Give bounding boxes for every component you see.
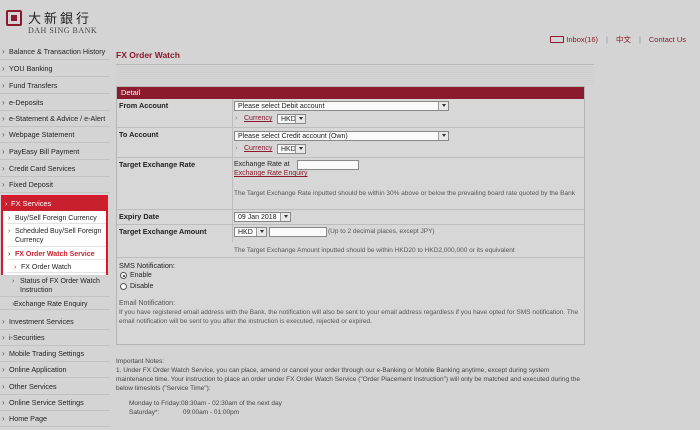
- currency-link[interactable]: Currency: [244, 115, 272, 122]
- sms-disable-radio[interactable]: [120, 283, 127, 290]
- from-account-label: From Account: [119, 101, 169, 110]
- expiry-label: Expiry Date: [119, 212, 160, 221]
- sidebar-item-webpage-statement[interactable]: Webpage Statement: [0, 127, 110, 143]
- page-title: FX Order Watch: [116, 50, 180, 60]
- from-currency-select[interactable]: HKD: [277, 114, 306, 124]
- sms-enable-label: Enable: [130, 272, 152, 279]
- contact-us-link[interactable]: Contact Us: [643, 35, 692, 44]
- from-account-row: From Account Please select Debit account…: [117, 99, 584, 128]
- to-account-select[interactable]: Please select Credit account (Own): [234, 131, 449, 141]
- target-rate-row: Target Exchange Rate Exchange Rate at Ex…: [117, 158, 584, 210]
- sidebar-item-other-services[interactable]: Other Services: [0, 379, 110, 395]
- order-form: Detail From Account Please select Debit …: [116, 86, 585, 345]
- sidebar-item-investment[interactable]: Investment Services: [0, 314, 110, 330]
- logo-chinese: 大新銀行: [28, 12, 93, 27]
- target-amount-row: Target Exchange Amount HKD (Up to 2 deci…: [117, 225, 584, 258]
- expiry-date-select[interactable]: 09 Jan 2018: [234, 212, 291, 222]
- sidebar-item-i-securities[interactable]: i-Securities: [0, 330, 110, 346]
- sidebar-subitem-scheduled[interactable]: Scheduled Buy/Sell Foreign Currency: [7, 227, 106, 247]
- sms-enable-radio[interactable]: [120, 272, 127, 279]
- important-notes: Important Notes: 1. Under FX Order Watch…: [116, 357, 586, 417]
- sidebar-item-fixed-deposit[interactable]: Fixed Deposit: [0, 177, 110, 193]
- rate-prefix: Exchange Rate at: [234, 161, 290, 168]
- sms-disable-label: Disable: [130, 283, 154, 290]
- rate-enquiry-link[interactable]: Exchange Rate Enquiry: [234, 170, 308, 177]
- arrow-bullet-icon: ›: [235, 145, 238, 152]
- email-label: Email Notification:: [119, 300, 176, 307]
- main-content: FX Order Watch Detail From Account Pleas…: [110, 44, 700, 430]
- sidebar-item-fx-services[interactable]: FX Services: [3, 197, 106, 211]
- divider: [116, 64, 594, 65]
- inbox-link[interactable]: Inbox(16): [544, 35, 604, 44]
- chevron-down-icon: [442, 134, 446, 137]
- sidebar-item-online-application[interactable]: Online Application: [0, 362, 110, 378]
- currency-link[interactable]: Currency: [244, 145, 272, 152]
- chevron-down-icon: [299, 147, 303, 150]
- sidebar-item-credit-card[interactable]: Credit Card Services: [0, 161, 110, 177]
- sidebar-subitem-buy-sell[interactable]: Buy/Sell Foreign Currency: [7, 214, 106, 224]
- rate-note: The Target Exchange Rate inputted should…: [234, 190, 575, 197]
- notes-item-1: 1. Under FX Order Watch Service, you can…: [116, 367, 580, 392]
- amount-hint: (Up to 2 decimal places, except JPY): [328, 228, 435, 235]
- target-rate-input[interactable]: [297, 160, 359, 170]
- header: 大新銀行 DAH SING BANK Inbox(16) | 中文 | Cont…: [0, 0, 700, 45]
- sms-label: SMS Notification:: [119, 261, 175, 270]
- sidebar-item-online-settings[interactable]: Online Service Settings: [0, 395, 110, 411]
- notes-heading: Important Notes:: [116, 358, 165, 365]
- sidebar-subitem-rate-enquiry[interactable]: Exchange Rate Enquiry: [0, 300, 110, 310]
- sidebar-subitem-order-watch-service[interactable]: FX Order Watch Service: [7, 250, 106, 260]
- chevron-down-icon: [442, 104, 446, 107]
- detail-header: Detail: [117, 87, 584, 99]
- chevron-down-icon: [260, 230, 264, 233]
- notes-time-weekday: Monday to Friday:08:30am - 02:30am of th…: [129, 400, 282, 407]
- email-note: If you have registered email address wit…: [119, 309, 579, 325]
- from-account-select[interactable]: Please select Debit account: [234, 101, 449, 111]
- to-account-row: To Account Please select Credit account …: [117, 128, 584, 158]
- target-rate-label: Target Exchange Rate: [119, 160, 196, 169]
- sidebar-item-payeasy[interactable]: PayEasy Bill Payment: [0, 144, 110, 160]
- logo-english: DAH SING BANK: [28, 26, 98, 35]
- notification-section: SMS Notification: Enable Disable Email N…: [117, 258, 584, 346]
- notes-time-saturday: Saturday*: 09:00am - 01:00pm: [129, 409, 240, 416]
- sidebar-item-e-deposits[interactable]: e-Deposits: [0, 95, 110, 111]
- target-amount-label: Target Exchange Amount: [119, 227, 207, 236]
- to-currency-select[interactable]: HKD: [277, 144, 306, 154]
- sidebar-item-home-page[interactable]: Home Page: [0, 411, 110, 427]
- amount-note: The Target Exchange Amount inputted shou…: [234, 247, 515, 254]
- amount-currency-select[interactable]: HKD: [234, 227, 267, 237]
- mail-icon: [550, 36, 565, 43]
- sidebar-item-mobile-trading[interactable]: Mobile Trading Settings: [0, 346, 110, 362]
- sidebar: Balance & Transaction History YOU Bankin…: [0, 44, 110, 430]
- logo-mark-icon: [6, 10, 22, 26]
- stripe-band: [116, 66, 594, 86]
- sidebar-item-balance[interactable]: Balance & Transaction History: [0, 44, 110, 60]
- to-account-label: To Account: [119, 130, 159, 139]
- bank-logo[interactable]: 大新銀行 DAH SING BANK: [6, 8, 106, 38]
- page: 大新銀行 DAH SING BANK Inbox(16) | 中文 | Cont…: [0, 0, 700, 430]
- chevron-down-icon: [299, 117, 303, 120]
- fx-services-group: FX Services Buy/Sell Foreign Currency Sc…: [1, 195, 108, 317]
- sidebar-subitem-order-watch[interactable]: FX Order Watch: [7, 263, 106, 273]
- arrow-bullet-icon: ›: [235, 115, 238, 122]
- target-amount-input[interactable]: [269, 227, 327, 237]
- sidebar-item-fund-transfers[interactable]: Fund Transfers: [0, 78, 110, 94]
- sidebar-item-you-banking[interactable]: YOU Banking: [0, 61, 110, 77]
- sidebar-subitem-status[interactable]: Status of FX Order Watch Instruction: [0, 277, 110, 297]
- chevron-down-icon: [284, 215, 288, 218]
- sidebar-item-e-statement[interactable]: e-Statement & Advice / e-Alert: [0, 111, 110, 127]
- expiry-row: Expiry Date 09 Jan 2018: [117, 210, 584, 225]
